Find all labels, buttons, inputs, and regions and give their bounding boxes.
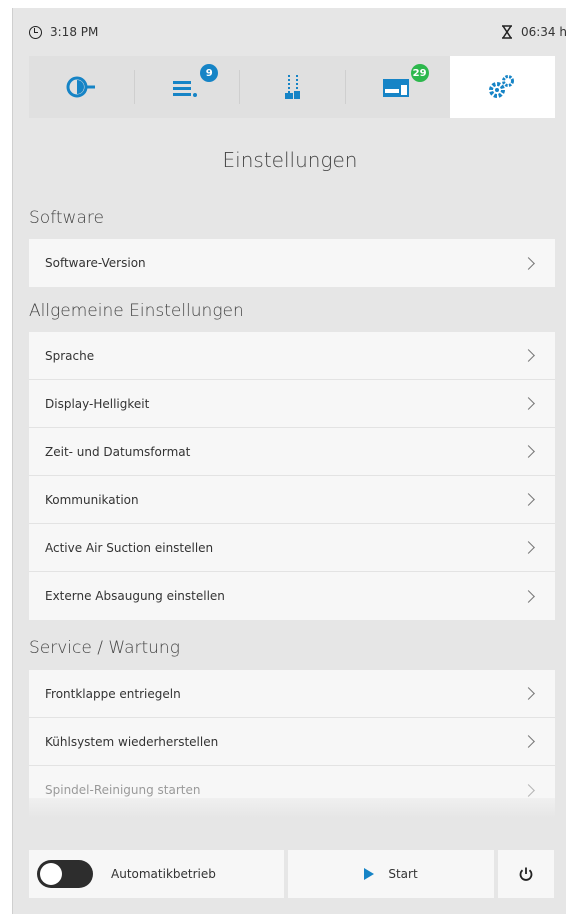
start-label: Start bbox=[388, 867, 418, 881]
storage-count-badge: 29 bbox=[410, 64, 429, 82]
play-icon bbox=[364, 868, 375, 880]
auto-mode-toggle[interactable]: Automatikbetrieb bbox=[29, 850, 284, 898]
runtime: 06:34 h bbox=[520, 25, 566, 39]
toggle-switch[interactable] bbox=[37, 860, 93, 888]
tab-spindle[interactable] bbox=[29, 56, 134, 118]
list-item-display-brightness[interactable]: Display-Helligkeit bbox=[29, 380, 555, 428]
auto-mode-label: Automatikbetrieb bbox=[111, 867, 216, 881]
chevron-right-icon bbox=[522, 493, 535, 506]
hourglass-icon bbox=[501, 25, 512, 39]
device-screen: 3:18 PM 06:34 h 9 29 Einstellungen Softw… bbox=[12, 8, 566, 914]
list-item-software-version[interactable]: Software-Version bbox=[29, 239, 555, 287]
chevron-right-icon bbox=[522, 687, 535, 700]
software-list: Software-Version bbox=[29, 239, 555, 287]
tab-job-list[interactable]: 9 bbox=[134, 56, 239, 118]
chevron-right-icon bbox=[522, 349, 535, 362]
job-list-icon bbox=[172, 81, 197, 97]
list-item-external-suction[interactable]: Externe Absaugung einstellen bbox=[29, 572, 555, 620]
settings-gears-icon bbox=[489, 75, 515, 98]
storage-icon bbox=[383, 79, 410, 97]
tools-icon bbox=[285, 75, 300, 99]
chevron-right-icon bbox=[522, 541, 535, 554]
clock-icon bbox=[29, 25, 42, 39]
section-title-general: Allgemeine Einstellungen bbox=[29, 301, 244, 321]
section-title-service: Service / Wartung bbox=[29, 638, 180, 658]
current-time: 3:18 PM bbox=[50, 25, 99, 39]
chevron-right-icon bbox=[522, 783, 535, 797]
service-list: Frontklappe entriegeln Kühlsystem wieder… bbox=[29, 670, 555, 814]
list-item-restore-cooling[interactable]: Kühlsystem wiederherstellen bbox=[29, 718, 555, 766]
power-icon bbox=[519, 867, 533, 881]
main-nav-tabs: 9 29 bbox=[29, 56, 556, 118]
chevron-right-icon bbox=[522, 735, 535, 748]
status-bar: 3:18 PM 06:34 h bbox=[13, 8, 566, 56]
scroll-fade bbox=[29, 798, 555, 818]
chevron-right-icon bbox=[522, 256, 535, 270]
general-settings-list: Sprache Display-Helligkeit Zeit- und Dat… bbox=[29, 332, 555, 620]
bottom-action-bar: Automatikbetrieb Start bbox=[29, 850, 555, 898]
list-item-language[interactable]: Sprache bbox=[29, 332, 555, 380]
start-button[interactable]: Start bbox=[288, 850, 494, 898]
page-title: Einstellungen bbox=[222, 148, 358, 172]
list-item-communication[interactable]: Kommunikation bbox=[29, 476, 555, 524]
section-title-software: Software bbox=[29, 208, 104, 228]
chevron-right-icon bbox=[522, 589, 535, 603]
spindle-icon bbox=[66, 76, 95, 98]
chevron-right-icon bbox=[522, 445, 535, 458]
list-item-active-air-suction[interactable]: Active Air Suction einstellen bbox=[29, 524, 555, 572]
job-count-badge: 9 bbox=[200, 64, 219, 82]
list-item-time-date-format[interactable]: Zeit- und Datumsformat bbox=[29, 428, 555, 476]
tab-storage[interactable]: 29 bbox=[344, 56, 450, 118]
chevron-right-icon bbox=[522, 397, 535, 410]
list-item-unlock-front-flap[interactable]: Frontklappe entriegeln bbox=[29, 670, 555, 718]
tab-tools[interactable] bbox=[239, 56, 344, 118]
power-button[interactable] bbox=[498, 850, 554, 898]
tab-settings[interactable] bbox=[449, 56, 556, 118]
